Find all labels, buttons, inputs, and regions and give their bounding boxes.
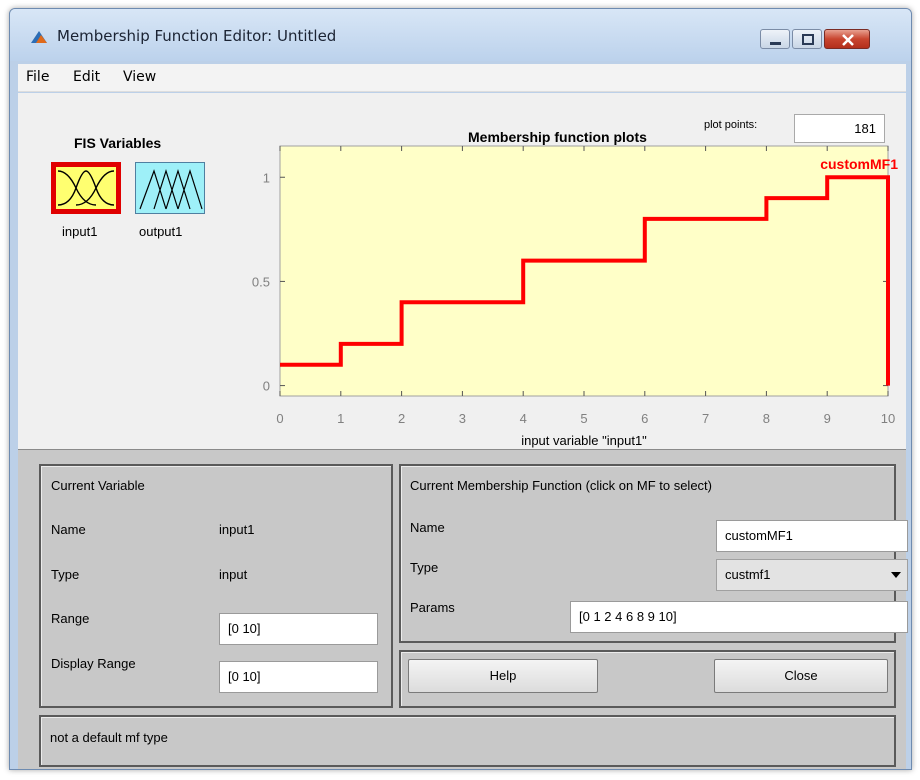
minimize-icon: [770, 42, 781, 45]
x-axis-label: input variable "input1": [521, 433, 647, 448]
x-tick-label: 1: [337, 411, 344, 426]
close-window-button[interactable]: [824, 29, 870, 49]
restore-icon: [802, 34, 814, 45]
mf-curve-label: customMF1: [820, 156, 898, 172]
mf-type-label: Type: [410, 560, 439, 575]
plot-area: [279, 145, 889, 397]
close-icon: [842, 34, 854, 46]
range-label: Range: [51, 611, 90, 626]
x-tick-label: 0: [276, 411, 283, 426]
title-bar[interactable]: Membership Function Editor: Untitled: [10, 9, 911, 61]
variable-type-value: input: [219, 567, 248, 582]
x-tick-label: 5: [580, 411, 587, 426]
menu-view[interactable]: View: [123, 69, 156, 85]
current-mf-heading: Current Membership Function (click on MF…: [410, 478, 712, 493]
properties-panel: Current Variable Name input1 Type input …: [18, 449, 908, 769]
button-group: Help Close: [399, 650, 896, 708]
variable-name-label: Name: [51, 522, 86, 537]
x-tick-label: 8: [763, 411, 770, 426]
status-bar: not a default mf type: [39, 715, 896, 767]
mf-name-label: Name: [410, 520, 445, 535]
mf-name-input[interactable]: customMF1: [716, 520, 908, 552]
membership-function-plot[interactable]: 0 1 2 3 4 5 6 7 8 9 10 0 0.5 1 input variable "input1"…: [18, 93, 906, 453]
variable-name-value: input1: [219, 522, 255, 537]
menu-edit[interactable]: Edit: [73, 69, 100, 85]
display-range-input[interactable]: [0 10]: [219, 661, 378, 693]
x-tick-label: 2: [398, 411, 405, 426]
variable-type-label: Type: [51, 567, 80, 582]
window-title: Membership Function Editor: Untitled: [57, 27, 337, 45]
minimize-button[interactable]: [760, 29, 790, 49]
current-variable-heading: Current Variable: [51, 478, 145, 493]
params-label: Params: [410, 600, 455, 615]
mf-type-dropdown[interactable]: custmf1: [716, 559, 908, 591]
maximize-button[interactable]: [792, 29, 822, 49]
y-tick-label: 1: [263, 170, 270, 185]
menu-file[interactable]: File: [26, 69, 49, 85]
y-tick-label: 0: [263, 379, 270, 394]
x-tick-label: 7: [702, 411, 709, 426]
display-range-label: Display Range: [51, 656, 136, 671]
x-tick-label: 10: [881, 411, 895, 426]
editor-client-area: FIS Variables input1 output1 Membership …: [18, 93, 908, 769]
current-variable-group: Current Variable Name input1 Type input …: [39, 464, 393, 708]
x-tick-label: 4: [520, 411, 527, 426]
mf-editor-window: Membership Function Editor: Untitled Fil…: [9, 8, 912, 770]
range-input[interactable]: [0 10]: [219, 613, 378, 645]
close-button[interactable]: Close: [714, 659, 888, 693]
status-message: not a default mf type: [50, 730, 168, 745]
help-button[interactable]: Help: [408, 659, 598, 693]
params-input[interactable]: [0 1 2 4 6 8 9 10]: [570, 601, 908, 633]
x-tick-label: 3: [459, 411, 466, 426]
current-mf-group: Current Membership Function (click on MF…: [399, 464, 908, 643]
x-tick-label: 9: [824, 411, 831, 426]
x-tick-label: 6: [641, 411, 648, 426]
chevron-down-icon: [891, 572, 901, 578]
mf-type-value: custmf1: [725, 567, 771, 582]
matlab-app-icon: [31, 31, 47, 43]
menu-bar: File Edit View: [18, 64, 906, 92]
y-tick-label: 0.5: [252, 274, 270, 289]
